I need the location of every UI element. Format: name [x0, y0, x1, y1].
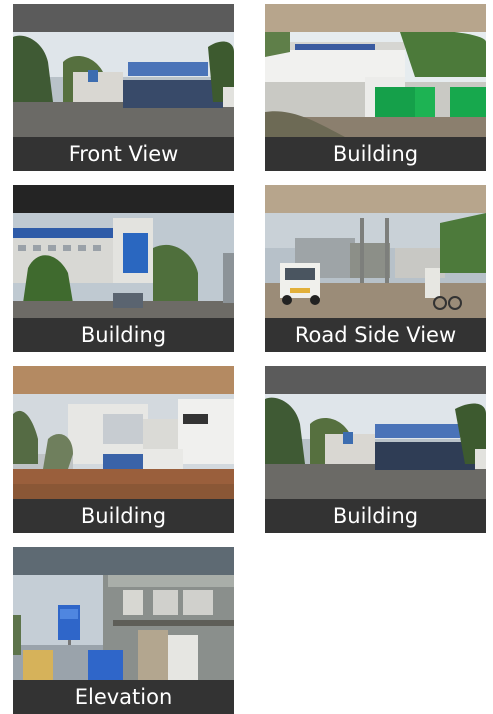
tile-caption: Road Side View [265, 318, 486, 352]
tile-topbar [265, 4, 486, 32]
gallery-tile-building-1[interactable]: Building [265, 4, 486, 171]
road-side-view-photo [265, 213, 486, 318]
gallery-tile-building-2[interactable]: Building [13, 185, 234, 352]
gallery-tile-building-4[interactable]: Building [265, 366, 486, 533]
tile-caption: Front View [13, 137, 234, 171]
tile-topbar [13, 4, 234, 32]
gallery-tile-building-3[interactable]: Building [13, 366, 234, 533]
tile-topbar [13, 366, 234, 394]
gallery-tile-road-side-view[interactable]: Road Side View [265, 185, 486, 352]
tile-topbar [265, 366, 486, 394]
tile-caption: Building [265, 137, 486, 171]
tile-caption: Building [13, 318, 234, 352]
front-view-photo [13, 32, 234, 137]
tile-caption: Elevation [13, 680, 234, 714]
tile-topbar [13, 547, 234, 575]
tile-topbar [13, 185, 234, 213]
building-photo [265, 32, 486, 137]
tile-topbar [265, 185, 486, 213]
building-photo [13, 394, 234, 499]
tile-caption: Building [265, 499, 486, 533]
building-photo [265, 394, 486, 499]
gallery-tile-front-view[interactable]: Front View [13, 4, 234, 171]
gallery-tile-elevation[interactable]: Elevation [13, 547, 234, 714]
building-photo [13, 213, 234, 318]
tile-caption: Building [13, 499, 234, 533]
elevation-photo [13, 575, 234, 680]
